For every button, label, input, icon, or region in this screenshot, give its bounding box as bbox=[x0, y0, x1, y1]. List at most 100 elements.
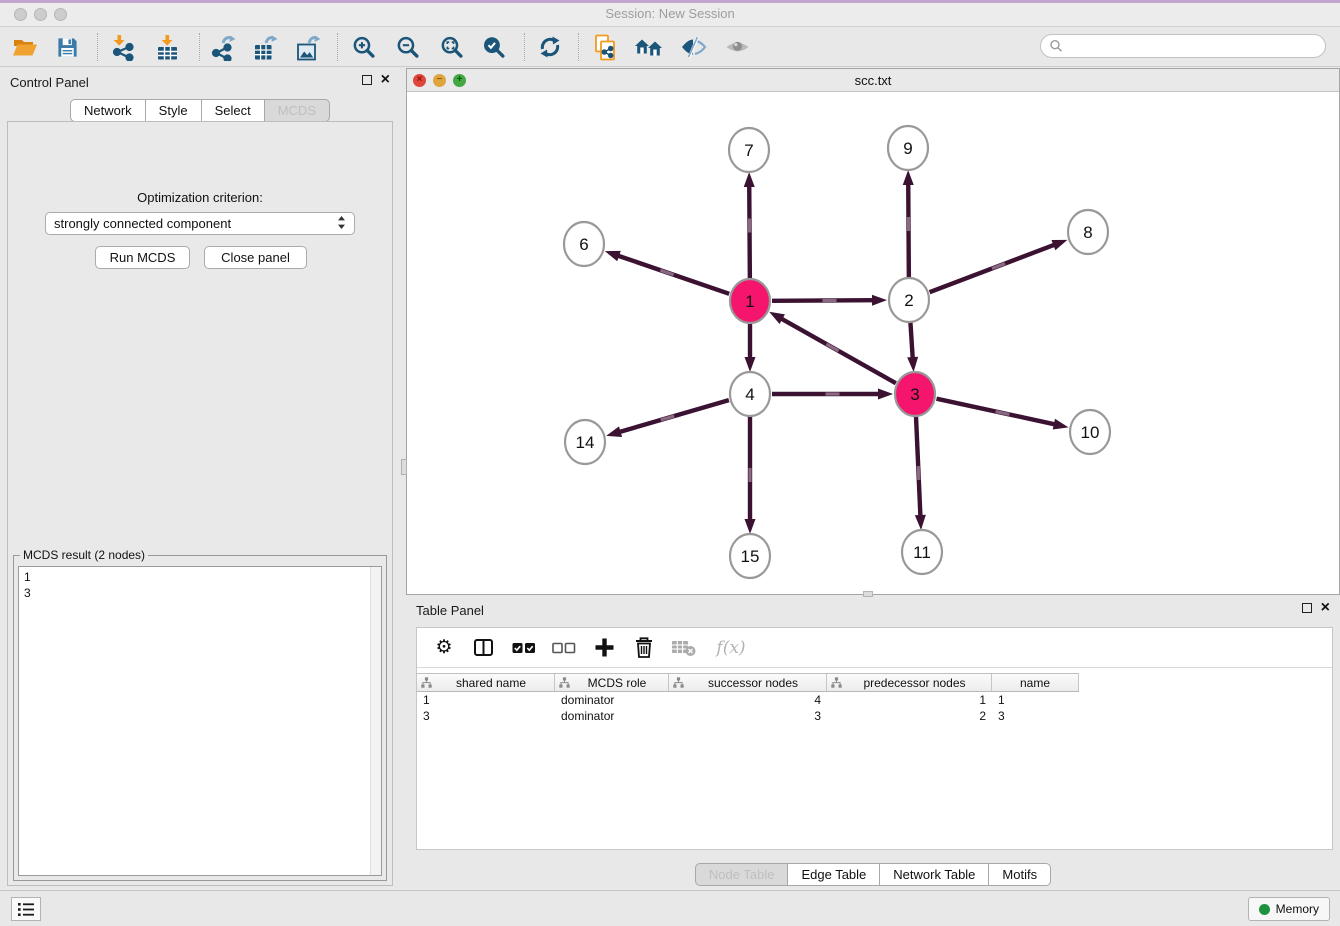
tree-icon bbox=[673, 677, 684, 688]
zoom-out-button[interactable] bbox=[392, 32, 422, 62]
import-table-icon bbox=[154, 34, 181, 61]
optimization-criterion-select[interactable]: strongly connected component bbox=[45, 212, 355, 235]
select-all-button[interactable] bbox=[511, 635, 537, 661]
first-neighbors-button[interactable] bbox=[634, 32, 664, 62]
tab-edge-table[interactable]: Edge Table bbox=[788, 863, 880, 886]
table-settings-button[interactable]: ⚙ bbox=[431, 635, 457, 661]
edge-label bbox=[826, 343, 840, 353]
close-panel-icon[interactable]: × bbox=[381, 74, 390, 86]
export-network-button[interactable] bbox=[208, 32, 238, 62]
table-panel: Table Panel × ⚙ bbox=[406, 596, 1340, 893]
memory-button[interactable]: Memory bbox=[1248, 897, 1330, 921]
add-row-button[interactable] bbox=[591, 635, 617, 661]
node-table-area: ⚙ bbox=[416, 627, 1333, 850]
network-window-title: scc.txt bbox=[407, 73, 1339, 88]
network-canvas[interactable]: 7968124314101511 bbox=[407, 92, 1339, 594]
table-row[interactable]: 3dominator323 bbox=[417, 708, 1079, 724]
criterion-value: strongly connected component bbox=[54, 216, 231, 231]
network-view-window: × − + scc.txt 7968124314101511 bbox=[406, 68, 1340, 595]
import-table-button[interactable] bbox=[152, 32, 182, 62]
duplicate-network-button[interactable] bbox=[590, 32, 620, 62]
edge-arrowhead bbox=[903, 170, 914, 185]
save-session-button[interactable] bbox=[52, 32, 82, 62]
node-label: 15 bbox=[741, 547, 760, 566]
export-table-button[interactable] bbox=[250, 32, 280, 62]
zoom-out-icon bbox=[395, 35, 420, 60]
column-header-successor-nodes[interactable]: successor nodes bbox=[669, 674, 827, 691]
trash-icon bbox=[633, 636, 655, 659]
panel-divider-handle[interactable] bbox=[401, 459, 407, 475]
table-row[interactable]: 1dominator411 bbox=[417, 692, 1079, 708]
tab-node-table[interactable]: Node Table bbox=[695, 863, 789, 886]
column-header-name[interactable]: name bbox=[992, 674, 1079, 691]
tree-icon bbox=[831, 677, 842, 688]
tab-style[interactable]: Style bbox=[146, 99, 202, 122]
show-all-button[interactable] bbox=[722, 32, 752, 62]
edge-arrowhead bbox=[606, 426, 622, 437]
refresh-icon bbox=[537, 34, 563, 60]
tree-icon bbox=[559, 677, 570, 688]
result-scrollbar[interactable] bbox=[370, 567, 381, 875]
node-label: 11 bbox=[913, 543, 931, 562]
node-label: 9 bbox=[903, 139, 912, 158]
hide-selected-button[interactable] bbox=[678, 32, 708, 62]
zoom-in-button[interactable] bbox=[348, 32, 378, 62]
zoom-fit-icon bbox=[439, 35, 464, 60]
column-header-predecessor-nodes[interactable]: predecessor nodes bbox=[827, 674, 992, 691]
edge-label bbox=[826, 392, 840, 395]
status-bar: Memory bbox=[0, 890, 1340, 926]
window-title: Session: New Session bbox=[0, 6, 1340, 21]
table-header-row: shared name MCDS role successor nodes pr… bbox=[417, 673, 1079, 692]
column-layout-button[interactable] bbox=[471, 635, 497, 661]
mcds-result-view[interactable]: 13 bbox=[18, 566, 382, 876]
table-panel-title: Table Panel bbox=[416, 603, 484, 618]
column-header-shared-name[interactable]: shared name bbox=[417, 674, 555, 691]
close-table-panel-icon[interactable]: × bbox=[1321, 602, 1330, 614]
node-table: shared name MCDS role successor nodes pr… bbox=[417, 673, 1332, 724]
home-icon bbox=[634, 35, 664, 59]
zoom-selected-button[interactable] bbox=[478, 32, 508, 62]
open-session-button[interactable] bbox=[10, 32, 40, 62]
zoom-in-icon bbox=[351, 35, 376, 60]
close-panel-button[interactable]: Close panel bbox=[204, 246, 307, 269]
deselect-all-button[interactable] bbox=[551, 635, 577, 661]
float-panel-icon[interactable] bbox=[362, 75, 372, 85]
delete-table-button[interactable] bbox=[671, 635, 697, 661]
table-panel-tabbar: Node Table Edge Table Network Table Moti… bbox=[695, 863, 1051, 886]
edge-arrowhead bbox=[907, 357, 918, 372]
toolbar-separator bbox=[578, 33, 579, 61]
mcds-result-text: 13 bbox=[19, 567, 369, 875]
node-table-body: 1dominator4113dominator323 bbox=[417, 692, 1332, 724]
zoom-fit-button[interactable] bbox=[436, 32, 466, 62]
export-image-icon bbox=[295, 34, 322, 61]
tab-network-table[interactable]: Network Table bbox=[880, 863, 989, 886]
tab-select[interactable]: Select bbox=[202, 99, 265, 122]
float-table-panel-icon[interactable] bbox=[1302, 603, 1312, 613]
column-header-mcds-role[interactable]: MCDS role bbox=[555, 674, 669, 691]
tab-mcds[interactable]: MCDS bbox=[265, 99, 330, 122]
search-icon bbox=[1049, 39, 1063, 53]
run-mcds-button[interactable]: Run MCDS bbox=[95, 246, 190, 269]
task-history-button[interactable] bbox=[11, 897, 41, 921]
mcds-panel: Optimization criterion: strongly connect… bbox=[7, 121, 393, 886]
export-image-button[interactable] bbox=[293, 32, 323, 62]
tab-network[interactable]: Network bbox=[70, 99, 146, 122]
graph-edge[interactable] bbox=[910, 322, 912, 359]
duplicate-network-icon bbox=[592, 34, 619, 61]
refresh-layout-button[interactable] bbox=[535, 32, 565, 62]
hide-eye-icon bbox=[680, 35, 707, 59]
import-network-button[interactable] bbox=[108, 32, 138, 62]
search-input[interactable] bbox=[1068, 39, 1317, 53]
delete-row-button[interactable] bbox=[631, 635, 657, 661]
mcds-result-title: MCDS result (2 nodes) bbox=[20, 548, 148, 562]
tab-motifs[interactable]: Motifs bbox=[989, 863, 1051, 886]
zoom-selected-icon bbox=[481, 35, 506, 60]
edge-arrowhead bbox=[769, 312, 785, 324]
memory-status-icon bbox=[1259, 904, 1270, 915]
apply-function-button[interactable]: f(x) bbox=[711, 635, 751, 661]
optimization-criterion-label: Optimization criterion: bbox=[8, 190, 392, 205]
edge-arrowhead bbox=[605, 251, 621, 261]
search-box bbox=[1040, 34, 1326, 58]
deselect-all-icon bbox=[552, 642, 576, 654]
columns-icon bbox=[473, 638, 495, 658]
